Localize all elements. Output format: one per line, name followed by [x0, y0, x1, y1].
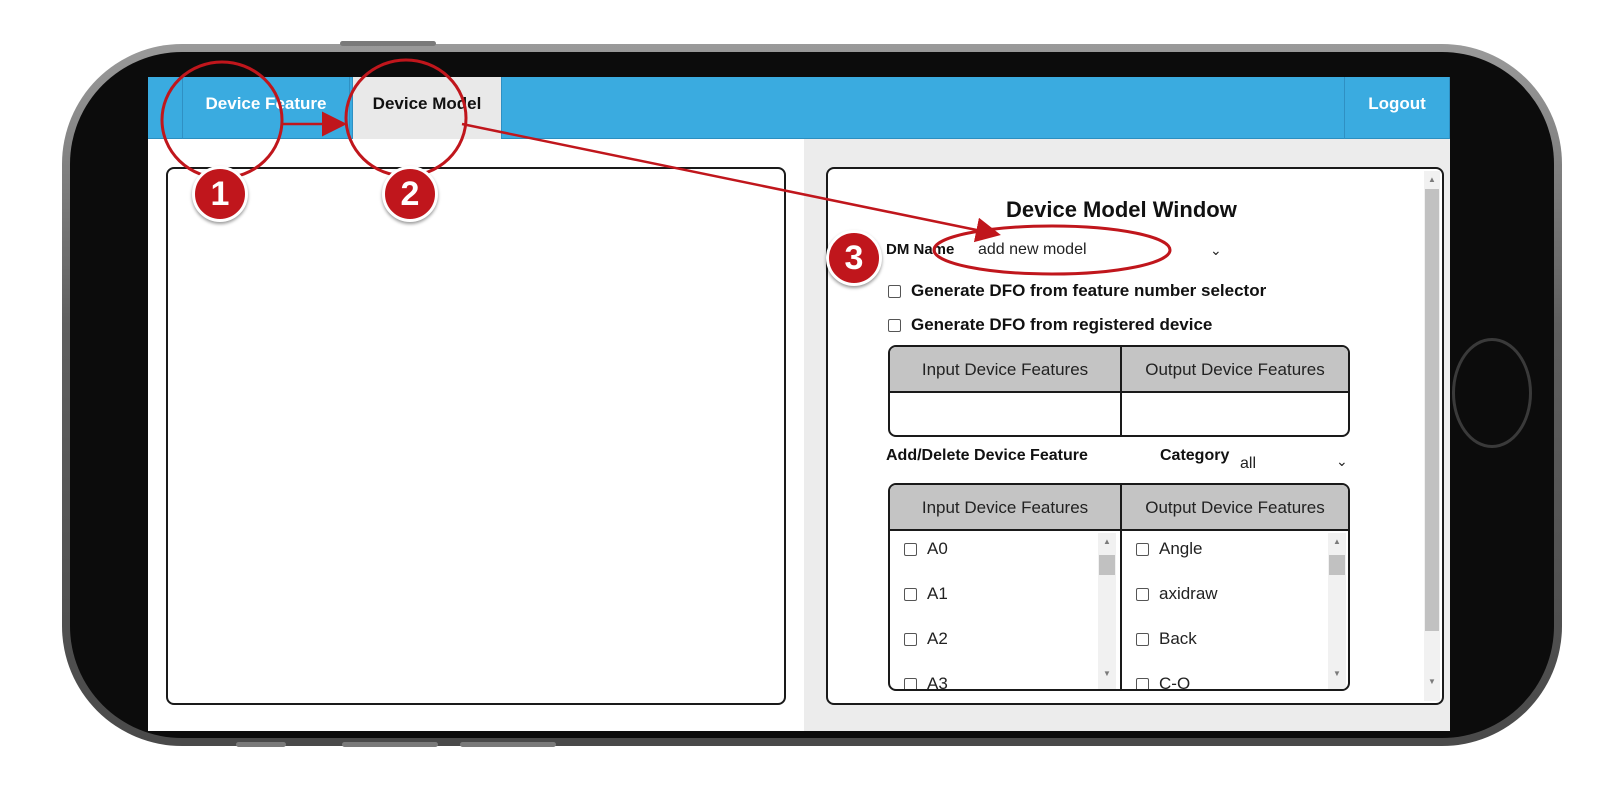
output-feature-item[interactable]: Angle — [1136, 539, 1202, 559]
phone-home-button — [1452, 338, 1532, 448]
tab-device-feature[interactable]: Device Feature — [182, 77, 350, 139]
checkbox-box[interactable] — [904, 633, 917, 647]
table-header: Input Device Features Output Device Feat… — [890, 347, 1348, 393]
scroll-up-arrow-icon[interactable]: ▲ — [1103, 537, 1111, 546]
top-nav-bar: Device Feature Device Model Logout — [148, 77, 1450, 139]
column-divider — [1120, 485, 1122, 689]
app-screen: Device Feature Device Model Logout ▲ ▼ D… — [148, 77, 1450, 731]
category-value: all — [1240, 455, 1257, 472]
output-feature-item[interactable]: C-O — [1136, 674, 1190, 689]
input-feature-item[interactable]: A3 — [904, 674, 948, 689]
checkbox-box[interactable] — [1136, 678, 1149, 689]
scroll-down-arrow-icon[interactable]: ▼ — [1427, 677, 1437, 686]
tab-device-model[interactable]: Device Model — [352, 77, 502, 139]
dm-name-label: DM Name — [886, 241, 955, 258]
input-feature-item[interactable]: A2 — [904, 629, 948, 649]
phone-volume-button — [340, 41, 436, 46]
checkbox-label: Generate DFO from feature number selecto… — [911, 281, 1267, 300]
step-marker-1: 1 — [192, 166, 248, 222]
scroll-up-arrow-icon[interactable]: ▲ — [1333, 537, 1341, 546]
phone-volume-button — [342, 742, 438, 747]
chevron-down-icon: ⌄ — [1210, 242, 1222, 258]
checkbox-box[interactable] — [904, 588, 917, 602]
scroll-up-arrow-icon[interactable]: ▲ — [1427, 175, 1437, 184]
feature-window-panel — [166, 167, 786, 705]
scroll-down-arrow-icon[interactable]: ▼ — [1103, 669, 1111, 678]
phone-volume-button — [460, 742, 556, 747]
checkbox-box[interactable] — [1136, 588, 1149, 602]
add-delete-feature-label: Add/Delete Device Feature — [886, 447, 1088, 464]
step-marker-3: 3 — [826, 230, 882, 286]
checkbox-label: Generate DFO from registered device — [911, 315, 1213, 334]
input-features-header: Input Device Features — [921, 498, 1089, 517]
input-feature-item[interactable]: A0 — [904, 539, 948, 559]
checkbox-box[interactable] — [904, 543, 917, 557]
input-features-header: Input Device Features — [921, 360, 1089, 379]
checkbox-box[interactable] — [904, 678, 917, 689]
category-label: Category — [1160, 447, 1230, 464]
column-divider — [1120, 347, 1122, 435]
window-scrollbar-thumb[interactable] — [1425, 189, 1439, 631]
input-feature-item[interactable]: A1 — [904, 584, 948, 604]
checkbox-registered-device[interactable]: Generate DFO from registered device — [888, 315, 1212, 335]
selected-features-table: Input Device Features Output Device Feat… — [888, 345, 1350, 437]
scroll-down-arrow-icon[interactable]: ▼ — [1333, 669, 1341, 678]
dm-name-value: add new model — [978, 241, 1087, 258]
checkbox-feature-number[interactable]: Generate DFO from feature number selecto… — [888, 281, 1266, 301]
input-list-scrollbar-thumb[interactable] — [1099, 555, 1115, 575]
checkbox-box[interactable] — [888, 319, 901, 333]
output-features-header: Output Device Features — [1145, 498, 1325, 517]
checkbox-box[interactable] — [888, 285, 901, 299]
logout-button[interactable]: Logout — [1344, 77, 1450, 139]
output-feature-item[interactable]: Back — [1136, 629, 1197, 649]
table-header: Input Device Features Output Device Feat… — [890, 485, 1348, 531]
output-list-scrollbar-thumb[interactable] — [1329, 555, 1345, 575]
step-marker-2: 2 — [382, 166, 438, 222]
output-features-header: Output Device Features — [1145, 360, 1325, 379]
dm-name-select[interactable]: add new model ⌄ — [978, 237, 1238, 263]
chevron-down-icon: ⌄ — [1336, 453, 1348, 469]
checkbox-box[interactable] — [1136, 543, 1149, 557]
checkbox-box[interactable] — [1136, 633, 1149, 647]
device-model-window: ▲ ▼ Device Model Window DM Name add new … — [826, 167, 1444, 705]
window-title: Device Model Window — [1006, 197, 1237, 222]
feature-list-table: Input Device Features Output Device Feat… — [888, 483, 1350, 691]
category-select[interactable]: all ⌄ — [1240, 453, 1348, 473]
output-feature-item[interactable]: axidraw — [1136, 584, 1218, 604]
phone-volume-button — [236, 742, 286, 747]
